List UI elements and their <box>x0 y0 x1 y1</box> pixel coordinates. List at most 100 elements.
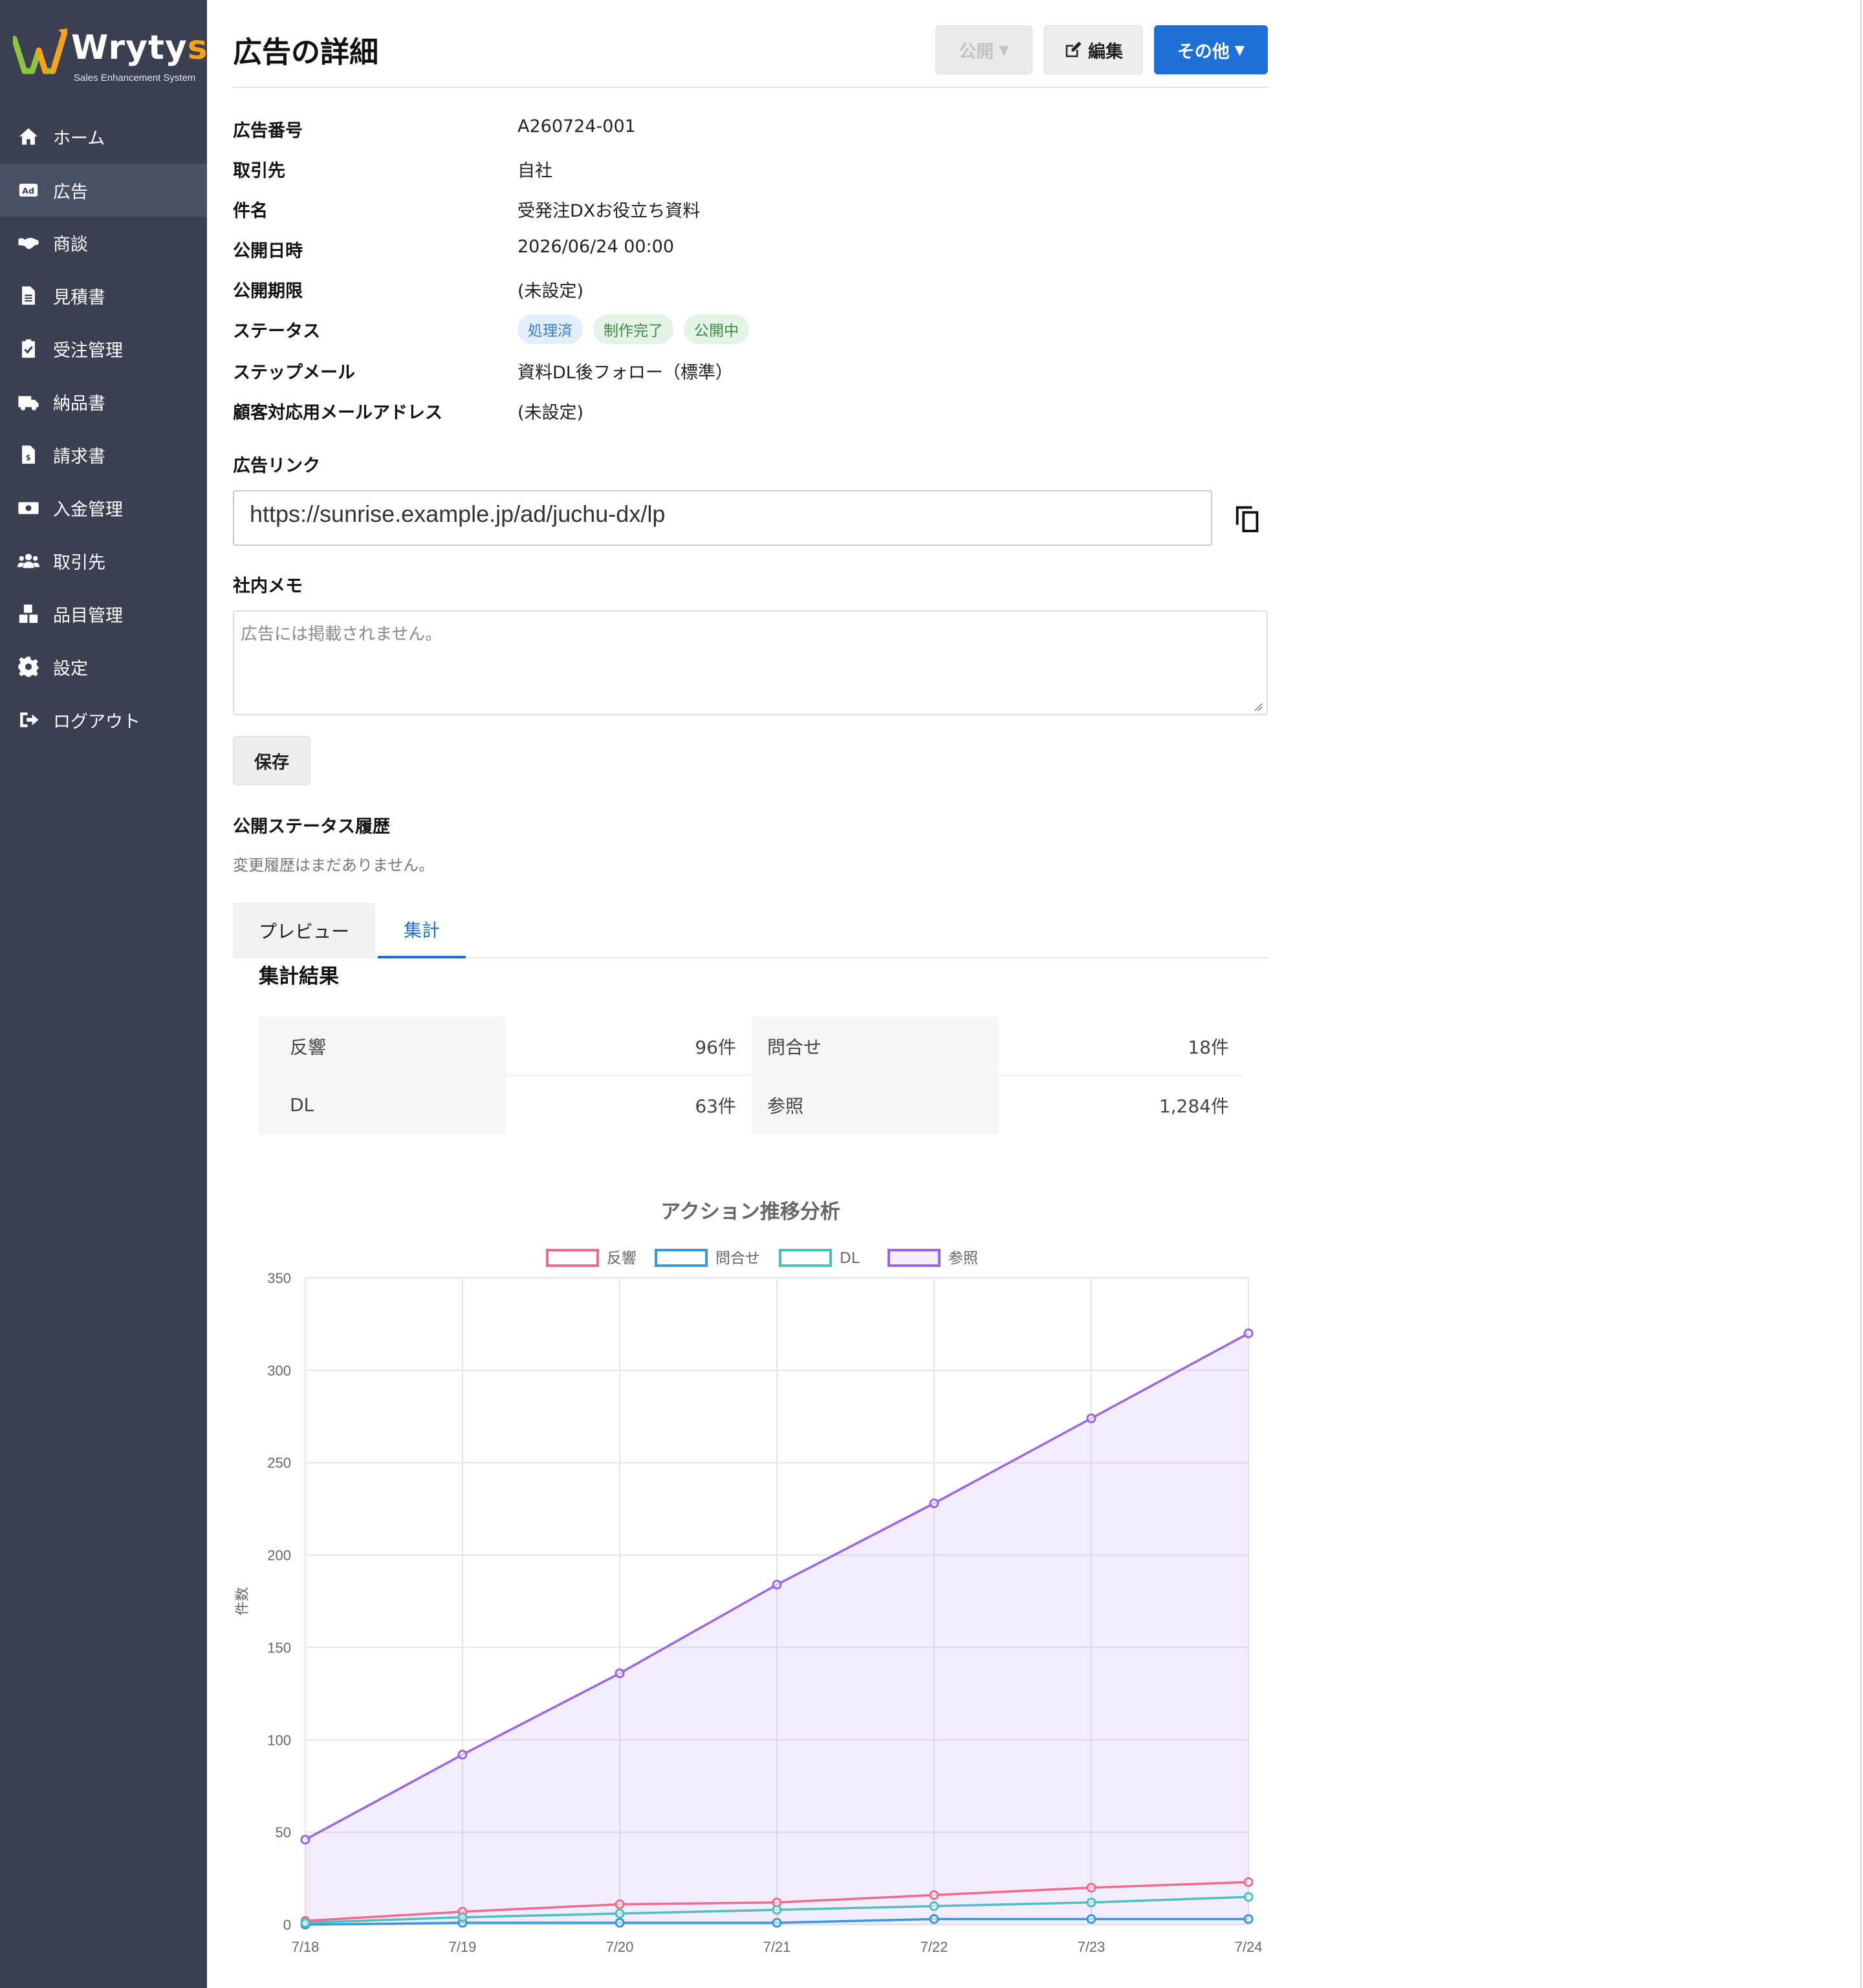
sidebar: Wrytys Sales Enhancement System ホーム Ad 広… <box>0 0 208 1988</box>
detail-label: 広告番号 <box>233 121 303 141</box>
clipboard-check-icon <box>17 337 40 360</box>
data-point-反響 <box>615 1899 625 1910</box>
action-trend-chart: アクション推移分析 反響 問合せ DL 参照 0 50 100 150 200 250 300 350 7… <box>233 1177 1268 1988</box>
stats-title: 集計結果 <box>259 965 339 988</box>
sidebar-item-invoices[interactable]: $ 請求書 <box>0 428 207 481</box>
x-tick-label: 7/20 <box>606 1939 634 1955</box>
legend-swatch <box>546 1249 599 1267</box>
sidebar-item-settings[interactable]: 設定 <box>0 640 207 693</box>
sidebar-item-payments[interactable]: 入金管理 <box>0 481 207 534</box>
stat-label: 参照 <box>752 1075 999 1134</box>
sidebar-item-logout[interactable]: ログアウト <box>0 693 207 746</box>
page-edge-rule <box>1860 0 1862 1988</box>
header-divider <box>233 87 1268 88</box>
gear-icon <box>17 655 40 678</box>
handshake-icon <box>17 231 40 254</box>
resize-grip-icon[interactable] <box>1254 702 1263 711</box>
svg-text:Ad: Ad <box>22 187 34 197</box>
detail-publish-limit: 公開期限 (未設定) <box>233 272 1268 304</box>
data-point-問合せ <box>929 1914 939 1924</box>
sidebar-item-clients[interactable]: 取引先 <box>0 534 207 587</box>
detail-label: 件名 <box>233 201 268 221</box>
sidebar-item-label: 納品書 <box>53 393 105 414</box>
y-tick-label: 0 <box>283 1917 291 1933</box>
sidebar-item-home[interactable]: ホーム <box>0 110 207 163</box>
detail-label: ステータス <box>233 321 320 341</box>
legend-label: DL <box>840 1250 860 1267</box>
legend-swatch <box>888 1249 941 1267</box>
data-point-参照 <box>300 1835 310 1845</box>
data-point-DL <box>457 1912 468 1923</box>
sidebar-item-ads[interactable]: Ad 広告 <box>0 164 207 217</box>
sidebar-item-delivery[interactable]: 納品書 <box>0 375 207 428</box>
edit-button[interactable]: 編集 <box>1044 25 1142 74</box>
data-point-問合せ <box>1086 1914 1096 1924</box>
data-point-DL <box>772 1905 782 1915</box>
data-point-DL <box>615 1908 625 1919</box>
detail-value: A260724-001 <box>518 116 636 136</box>
document-icon <box>17 284 40 307</box>
tab-preview[interactable]: プレビュー <box>233 903 375 958</box>
data-point-参照 <box>1243 1328 1254 1339</box>
data-point-参照 <box>457 1749 468 1760</box>
detail-ad-number: 広告番号 A260724-001 <box>233 111 1268 144</box>
sidebar-item-label: 商談 <box>53 234 88 255</box>
brand-tagline: Sales Enhancement System <box>74 72 196 83</box>
memo-textarea[interactable]: 広告には掲載されません。 <box>233 610 1268 715</box>
data-point-参照 <box>772 1579 782 1590</box>
data-point-DL <box>300 1918 310 1928</box>
data-point-DL <box>1086 1897 1096 1908</box>
brand-name: Wrytys <box>71 28 208 67</box>
detail-label: 公開日時 <box>233 241 303 261</box>
y-tick-label: 50 <box>276 1824 291 1841</box>
ad-link-label: 広告リンク <box>233 456 320 476</box>
sidebar-item-items[interactable]: 品目管理 <box>0 587 207 640</box>
tab-bar: プレビュー 集計 <box>233 903 1268 958</box>
data-point-反響 <box>1086 1883 1096 1893</box>
sidebar-item-label: 設定 <box>53 658 88 679</box>
sidebar-item-deals[interactable]: 商談 <box>0 216 207 269</box>
data-point-問合せ <box>615 1918 625 1928</box>
money-icon <box>17 496 40 519</box>
stat-value: 18件 <box>1188 1036 1229 1058</box>
sidebar-item-label: ログアウト <box>53 711 140 732</box>
detail-support-email: 顧客対応用メールアドレス (未設定) <box>233 393 1268 426</box>
tab-stats[interactable]: 集計 <box>378 903 466 958</box>
legend-label: 反響 <box>607 1250 637 1267</box>
page-title: 広告の詳細 <box>233 35 379 69</box>
detail-step-mail: ステップメール 資料DL後フォロー（標準） <box>233 353 1268 385</box>
sidebar-item-label: 取引先 <box>53 552 105 573</box>
sidebar-item-label: 受注管理 <box>53 340 123 361</box>
sidebar-item-quotes[interactable]: 見積書 <box>0 269 207 322</box>
stat-value: 1,284件 <box>1159 1095 1229 1117</box>
publish-button[interactable]: 公開 ▼ <box>935 25 1032 74</box>
memo-label: 社内メモ <box>233 576 303 596</box>
ad-link-field[interactable]: https://sunrise.example.jp/ad/juchu-dx/l… <box>233 490 1212 546</box>
y-tick-label: 300 <box>267 1363 291 1379</box>
data-point-問合せ <box>1243 1914 1254 1924</box>
sidebar-item-label: 広告 <box>53 182 88 202</box>
sidebar-item-orders[interactable]: 受注管理 <box>0 322 207 375</box>
ad-icon: Ad <box>17 178 40 202</box>
detail-subject: 件名 受発注DXお役立ち資料 <box>233 191 1268 224</box>
copy-icon <box>1236 506 1259 532</box>
home-icon <box>17 125 40 148</box>
detail-label: ステップメール <box>233 363 355 383</box>
copy-button[interactable] <box>1229 498 1265 537</box>
stat-label: DL <box>259 1075 506 1134</box>
sidebar-item-label: 請求書 <box>53 446 105 467</box>
save-button[interactable]: 保存 <box>233 736 310 785</box>
legend-label: 問合せ <box>715 1250 760 1267</box>
data-point-参照 <box>615 1668 625 1678</box>
app-logo[interactable]: Wrytys Sales Enhancement System <box>13 23 208 88</box>
stat-value: 63件 <box>695 1095 736 1117</box>
more-button[interactable]: その他 ▼ <box>1154 25 1268 74</box>
x-tick-label: 7/18 <box>292 1939 320 1955</box>
status-badge: 制作完了 <box>593 314 673 344</box>
detail-label: 顧客対応用メールアドレス <box>233 403 442 423</box>
chart-title: アクション推移分析 <box>660 1200 840 1224</box>
users-icon <box>17 549 40 572</box>
y-tick-label: 150 <box>267 1639 291 1656</box>
detail-value: 資料DL後フォロー（標準） <box>518 363 733 383</box>
y-tick-label: 200 <box>267 1548 291 1564</box>
